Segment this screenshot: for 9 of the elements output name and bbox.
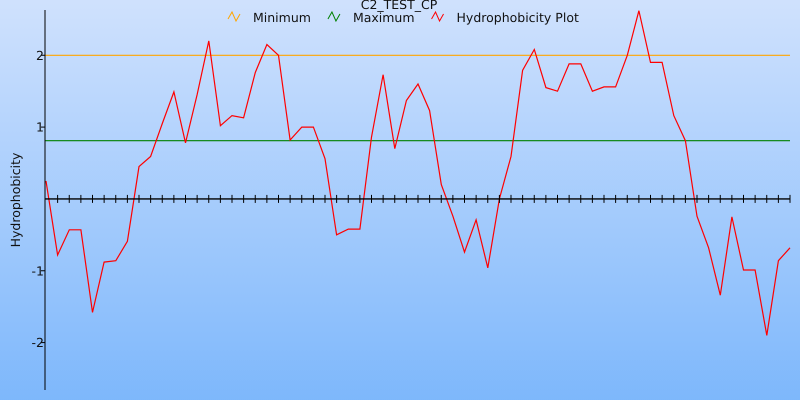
axis-tick-label: 2: [36, 48, 44, 63]
legend-label: Minimum: [253, 10, 311, 25]
chart-title: C2_TEST_CP: [360, 0, 438, 12]
legend-label: Maximum: [352, 10, 415, 25]
legend-label: Hydrophobicity Plot: [456, 10, 579, 25]
axis-title: Hydrophobicity: [8, 152, 23, 248]
axis-tick-label: 1: [36, 120, 44, 135]
axis-tick-label: -1: [32, 263, 44, 278]
axis-tick-label: -2: [32, 335, 44, 350]
